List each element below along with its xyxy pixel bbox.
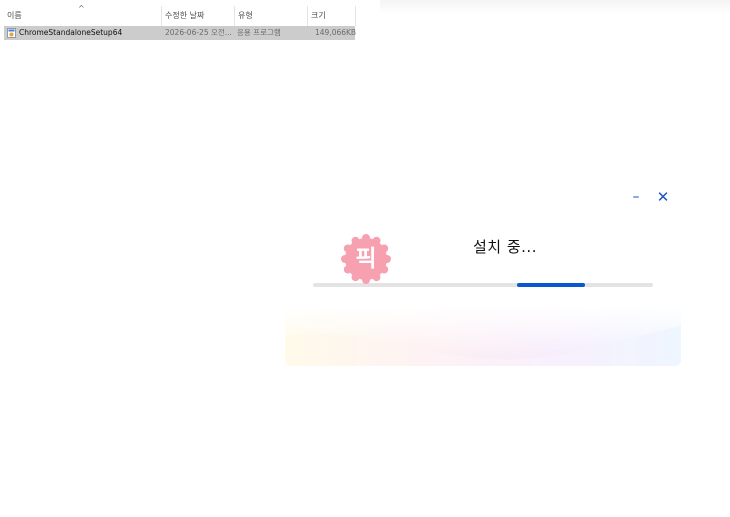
decorative-gradient-wave	[285, 306, 681, 366]
column-divider[interactable]	[307, 6, 308, 26]
install-status-text: 설치 중...	[473, 238, 537, 256]
file-name: ChromeStandaloneSetup64	[19, 28, 123, 37]
column-header-name[interactable]: 이름	[7, 6, 22, 26]
sort-ascending-icon[interactable]: ^	[78, 4, 85, 13]
minimize-icon[interactable]: –	[629, 190, 643, 204]
column-divider[interactable]	[234, 6, 235, 26]
sticker-badge: 픽	[339, 232, 393, 286]
installer-app-icon	[7, 28, 16, 38]
badge-label: 픽	[355, 246, 377, 272]
file-list: ^ 이름 수정한 날짜 유형 크기 ChromeStandaloneSetup6…	[0, 0, 356, 44]
column-header-type[interactable]: 유형	[238, 6, 253, 26]
window-shadow	[380, 0, 730, 14]
file-modified-date: 2026-06-25 오전...	[165, 28, 232, 37]
column-header-size[interactable]: 크기	[311, 6, 326, 26]
file-size: 149,066KB	[315, 28, 357, 37]
installer-window: – ✕ 설치 중... 픽	[285, 182, 681, 366]
progress-indicator	[517, 283, 585, 287]
close-icon[interactable]: ✕	[656, 190, 670, 205]
column-divider[interactable]	[161, 6, 162, 26]
file-type: 응용 프로그램	[237, 28, 281, 37]
column-header-date[interactable]: 수정한 날짜	[165, 6, 204, 26]
table-row[interactable]: ChromeStandaloneSetup64 2026-06-25 오전...…	[4, 26, 357, 40]
column-divider[interactable]	[355, 6, 356, 26]
